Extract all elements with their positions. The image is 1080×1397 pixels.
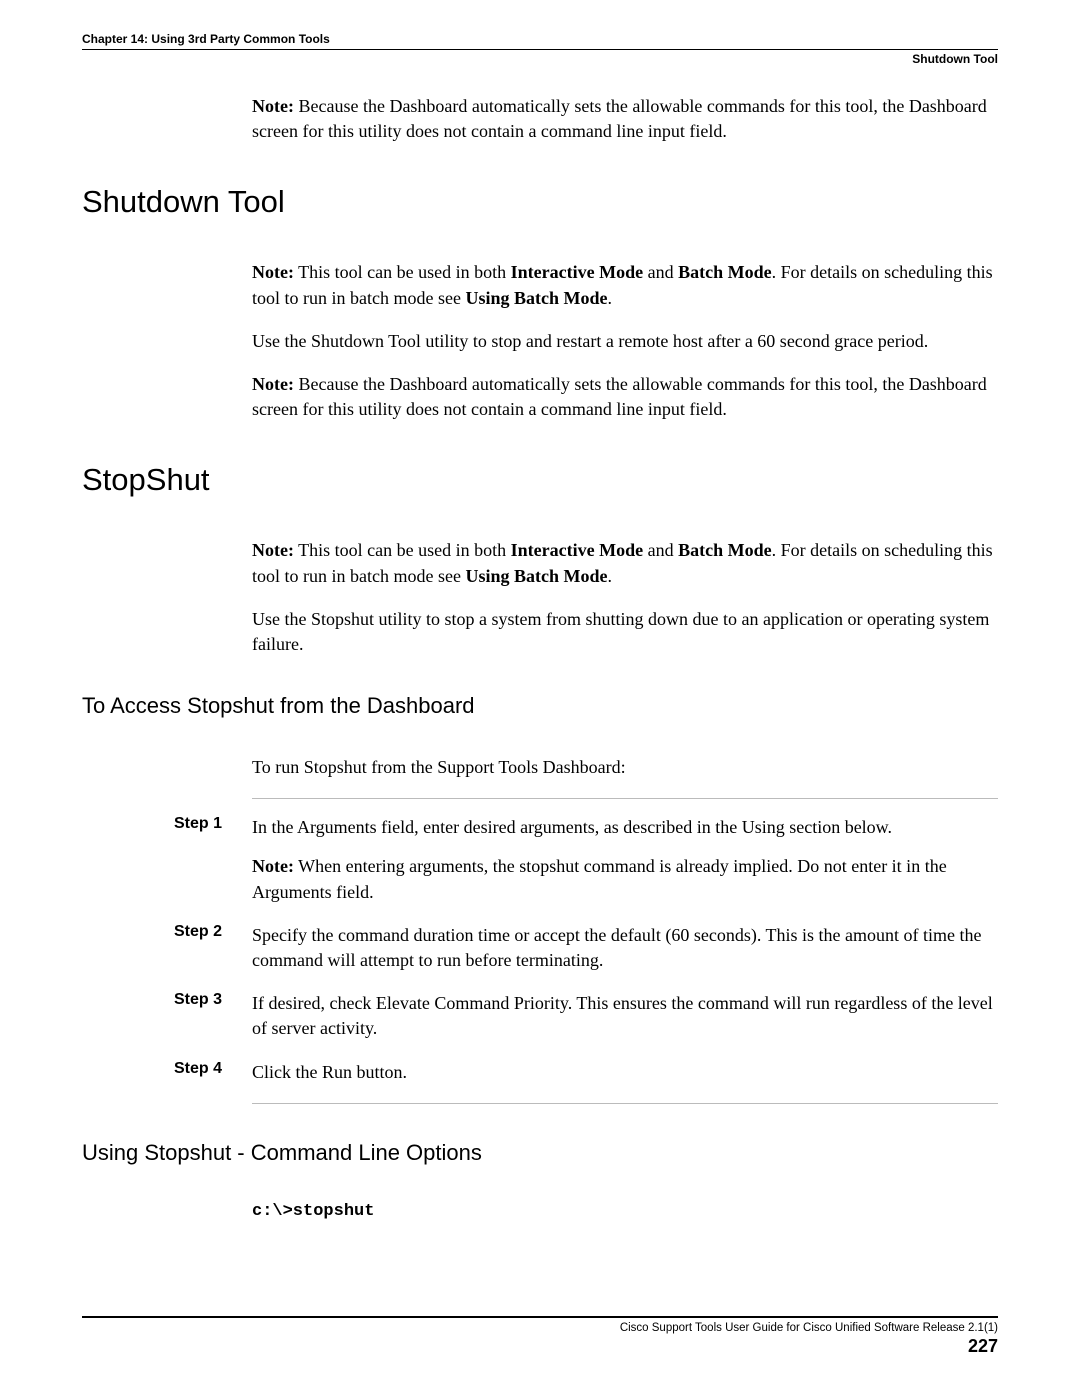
footer-divider: Cisco Support Tools User Guide for Cisco… <box>82 1316 998 1357</box>
cmdline-heading: Using Stopshut - Command Line Options <box>82 1140 998 1166</box>
note-text: Because the Dashboard automatically sets… <box>252 374 987 419</box>
divider-line <box>252 798 998 799</box>
using-batch-mode: Using Batch Mode <box>465 566 607 586</box>
text-part: . <box>607 288 612 308</box>
step-label: Step 4 <box>172 1060 252 1085</box>
step-row: Step 3 If desired, check Elevate Command… <box>172 991 998 1041</box>
step-row: Step 4 Click the Run button. <box>172 1060 998 1085</box>
section-header-right: Shutdown Tool <box>82 52 998 66</box>
shutdown-note1: Note: This tool can be used in both Inte… <box>252 260 998 310</box>
note-label: Note: <box>252 540 294 560</box>
note-label: Note: <box>252 262 294 282</box>
interactive-mode: Interactive Mode <box>511 540 643 560</box>
step-row: Step 2 Specify the command duration time… <box>172 923 998 973</box>
batch-mode: Batch Mode <box>678 262 772 282</box>
shutdown-note2: Note: Because the Dashboard automaticall… <box>252 372 998 422</box>
step-text: Click the Run button. <box>252 1060 998 1085</box>
stopshut-paragraph: Use the Stopshut utility to stop a syste… <box>252 607 998 657</box>
note-text: When entering arguments, the stopshut co… <box>252 856 947 901</box>
text-part: This tool can be used in both <box>294 540 511 560</box>
shutdown-paragraph: Use the Shutdown Tool utility to stop an… <box>252 329 998 354</box>
access-intro: To run Stopshut from the Support Tools D… <box>252 755 998 780</box>
note-label: Note: <box>252 96 294 116</box>
interactive-mode: Interactive Mode <box>511 262 643 282</box>
shutdown-tool-heading: Shutdown Tool <box>82 184 998 220</box>
stopshut-heading: StopShut <box>82 462 998 498</box>
text-part: and <box>643 540 678 560</box>
step-body: In the Arguments field, enter desired ar… <box>252 817 892 837</box>
page-footer: Cisco Support Tools User Guide for Cisco… <box>82 1316 998 1357</box>
step-note: Note: When entering arguments, the stops… <box>252 854 998 904</box>
note-label: Note: <box>252 856 294 876</box>
step-label: Step 2 <box>172 923 252 973</box>
footer-guide-text: Cisco Support Tools User Guide for Cisco… <box>82 1322 998 1334</box>
step-row: Step 1 In the Arguments field, enter des… <box>172 815 998 905</box>
step-text: Specify the command duration time or acc… <box>252 923 998 973</box>
footer-page-number: 227 <box>82 1336 998 1357</box>
stopshut-note1: Note: This tool can be used in both Inte… <box>252 538 998 588</box>
step-text: In the Arguments field, enter desired ar… <box>252 815 998 905</box>
step-label: Step 1 <box>172 815 252 905</box>
text-part: . <box>607 566 612 586</box>
note-label: Note: <box>252 374 294 394</box>
chapter-header: Chapter 14: Using 3rd Party Common Tools <box>82 32 998 50</box>
text-part: and <box>643 262 678 282</box>
access-stopshut-heading: To Access Stopshut from the Dashboard <box>82 693 998 719</box>
divider-line <box>252 1103 998 1104</box>
intro-note-paragraph: Note: Because the Dashboard automaticall… <box>252 94 998 144</box>
command-code: c:\>stopshut <box>252 1202 998 1221</box>
batch-mode: Batch Mode <box>678 540 772 560</box>
using-batch-mode: Using Batch Mode <box>465 288 607 308</box>
note-text: Because the Dashboard automatically sets… <box>252 96 987 141</box>
step-label: Step 3 <box>172 991 252 1041</box>
text-part: This tool can be used in both <box>294 262 511 282</box>
step-text: If desired, check Elevate Command Priori… <box>252 991 998 1041</box>
